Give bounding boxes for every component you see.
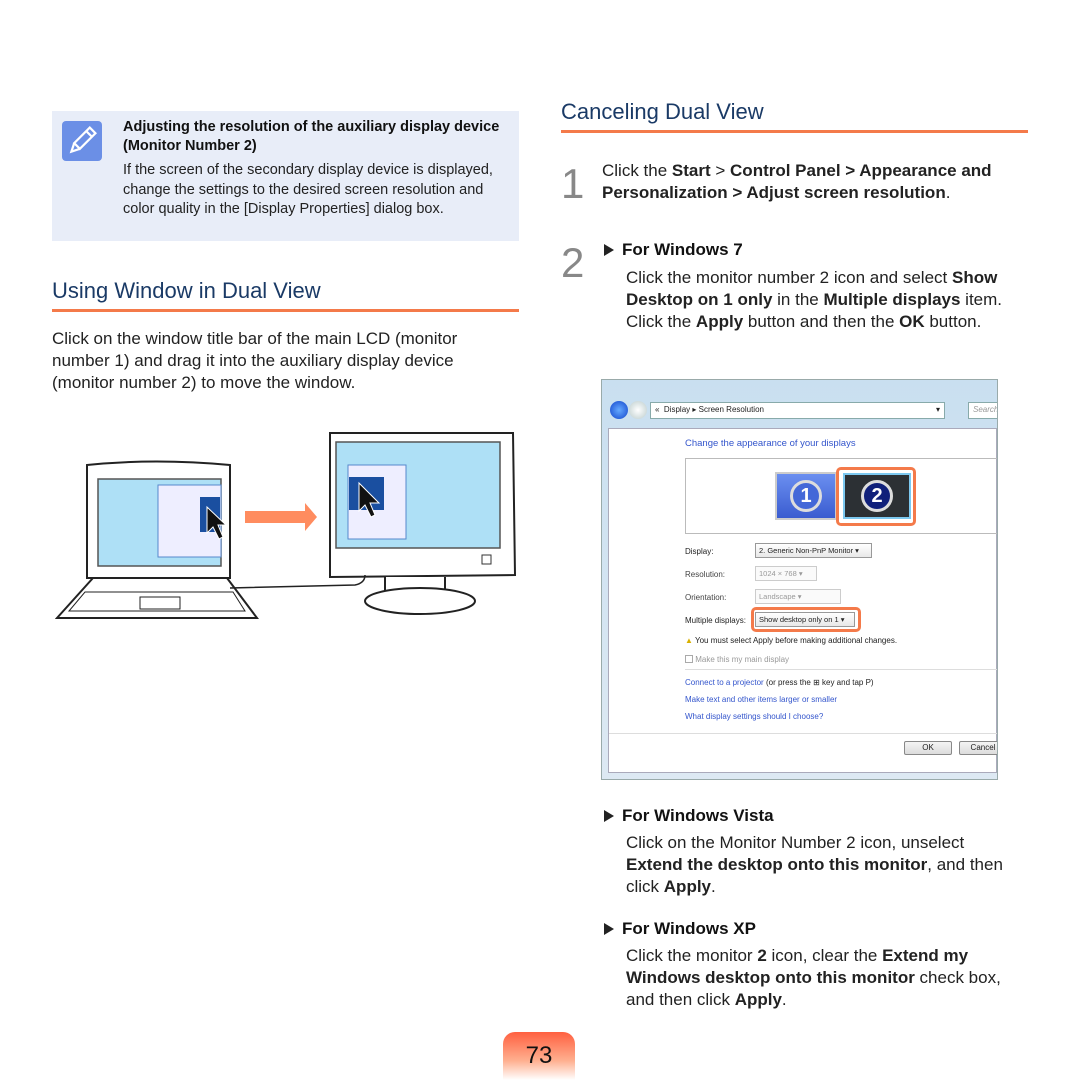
subheading-label: For Windows XP — [622, 919, 756, 938]
step-number: 2 — [561, 239, 585, 286]
chevron-down-icon: ▾ — [935, 405, 940, 414]
note-title: Adjusting the resolution of the auxiliar… — [123, 119, 500, 154]
resolution-label: Resolution: — [685, 570, 726, 579]
dialog-heading: Change the appearance of your displays — [685, 438, 856, 449]
subheading-label: For Windows 7 — [622, 240, 743, 259]
text-segment: in the — [772, 290, 824, 309]
text-segment: button and then the — [743, 312, 900, 331]
xp-subheading: For Windows XP — [604, 919, 756, 939]
windows7-text: Click the monitor number 2 icon and sele… — [626, 267, 1031, 333]
warning-text: You must select Apply before making addi… — [695, 636, 898, 645]
text-segment: Apply — [695, 312, 744, 331]
step-1-text: Click the Start > Control Panel > Appear… — [602, 160, 1032, 204]
ok-button: OK — [904, 741, 952, 755]
text-segment: > — [710, 161, 731, 180]
heading-rule — [561, 130, 1028, 133]
text-segment: Start — [671, 161, 711, 180]
section-heading-dual-view: Using Window in Dual View — [52, 278, 321, 303]
resolution-value: 1024 × 768 — [759, 569, 797, 578]
vista-text: Click on the Monitor Number 2 icon, unse… — [626, 832, 1016, 898]
orientation-label: Orientation: — [685, 593, 727, 602]
step-number: 1 — [561, 160, 585, 207]
display-value: 2. Generic Non-PnP Monitor — [759, 546, 854, 555]
multiple-displays-label: Multiple displays: — [685, 616, 746, 625]
laptop-monitor-illustration — [54, 425, 520, 620]
divider — [609, 733, 997, 734]
text-segment: Apply — [663, 877, 712, 896]
triangle-bullet-icon — [604, 810, 614, 822]
triangle-bullet-icon — [604, 923, 614, 935]
text-segment: Apply — [734, 990, 782, 1009]
checkbox-icon — [685, 655, 693, 663]
heading-rule — [52, 309, 519, 312]
display-settings-help-link: What display settings should I choose? — [685, 712, 824, 721]
projector-link: Connect to a projector — [685, 678, 764, 687]
text-segment: Multiple displays — [823, 290, 961, 309]
address-bar: « Display ▸ Screen Resolution ▾ — [650, 402, 945, 419]
note-box: Adjusting the resolution of the auxiliar… — [52, 111, 519, 241]
breadcrumb-chevron: « — [655, 405, 660, 414]
text-segment: Extend the desktop onto this monitor — [626, 855, 928, 874]
back-icon — [610, 401, 628, 419]
multiple-displays-highlight — [751, 607, 861, 632]
text-segment: Click on the Monitor Number 2 icon, unse… — [626, 833, 965, 852]
divider — [685, 669, 997, 670]
text-segment: . — [945, 183, 951, 202]
breadcrumb-screen-resolution: Screen Resolution — [698, 405, 764, 414]
dialog-body: Change the appearance of your displays 1… — [608, 428, 997, 773]
windows7-subheading: For Windows 7 — [604, 240, 743, 260]
orientation-value: Landscape — [759, 592, 796, 601]
main-display-checkbox: Make this my main display — [685, 655, 789, 664]
text-segment: Click the monitor number 2 icon and sele… — [626, 268, 952, 287]
display-label: Display: — [685, 547, 714, 556]
display-dropdown: 2. Generic Non-PnP Monitor ▾ — [755, 543, 872, 558]
text-segment: Click the monitor — [626, 946, 758, 965]
dual-view-instructions: Click on the window title bar of the mai… — [52, 329, 458, 392]
projector-link-row: Connect to a projector (or press the ⊞ k… — [685, 678, 874, 687]
subheading-label: For Windows Vista — [622, 806, 774, 825]
orientation-dropdown: Landscape ▾ — [755, 589, 841, 604]
text-segment: OK — [899, 312, 925, 331]
text-segment: . — [711, 877, 716, 896]
monitor-1-icon: 1 — [775, 472, 837, 520]
pencil-icon — [62, 121, 102, 161]
triangle-bullet-icon — [604, 244, 614, 256]
xp-text: Click the monitor 2 icon, clear the Exte… — [626, 945, 1016, 1011]
text-segment: . — [781, 990, 787, 1009]
page-number: 73 — [503, 1032, 575, 1080]
forward-icon — [629, 401, 647, 419]
projector-hint: (or press the ⊞ key and tap P) — [765, 678, 874, 687]
warning-message: ▲ You must select Apply before making ad… — [685, 636, 897, 645]
checkbox-label: Make this my main display — [695, 655, 790, 664]
monitor-2-highlight — [836, 467, 916, 526]
screen-resolution-screenshot: « Display ▸ Screen Resolution ▾ Search C… — [601, 379, 998, 780]
vista-subheading: For Windows Vista — [604, 806, 774, 826]
monitor-number: 1 — [790, 480, 822, 512]
text-segment: icon, clear the — [766, 946, 883, 965]
text-segment: Click the — [602, 161, 672, 180]
text-segment: 2 — [757, 946, 767, 965]
breadcrumb-display: Display — [663, 405, 691, 414]
search-input: Search — [968, 402, 997, 419]
warning-icon: ▲ — [685, 636, 693, 645]
cancel-button: Cancel — [959, 741, 997, 755]
text-size-link: Make text and other items larger or smal… — [685, 695, 838, 704]
section-heading-canceling: Canceling Dual View — [561, 99, 764, 124]
text-segment: button. — [924, 312, 982, 331]
resolution-dropdown: 1024 × 768 ▾ — [755, 566, 817, 581]
note-body: If the screen of the secondary display d… — [123, 162, 493, 217]
